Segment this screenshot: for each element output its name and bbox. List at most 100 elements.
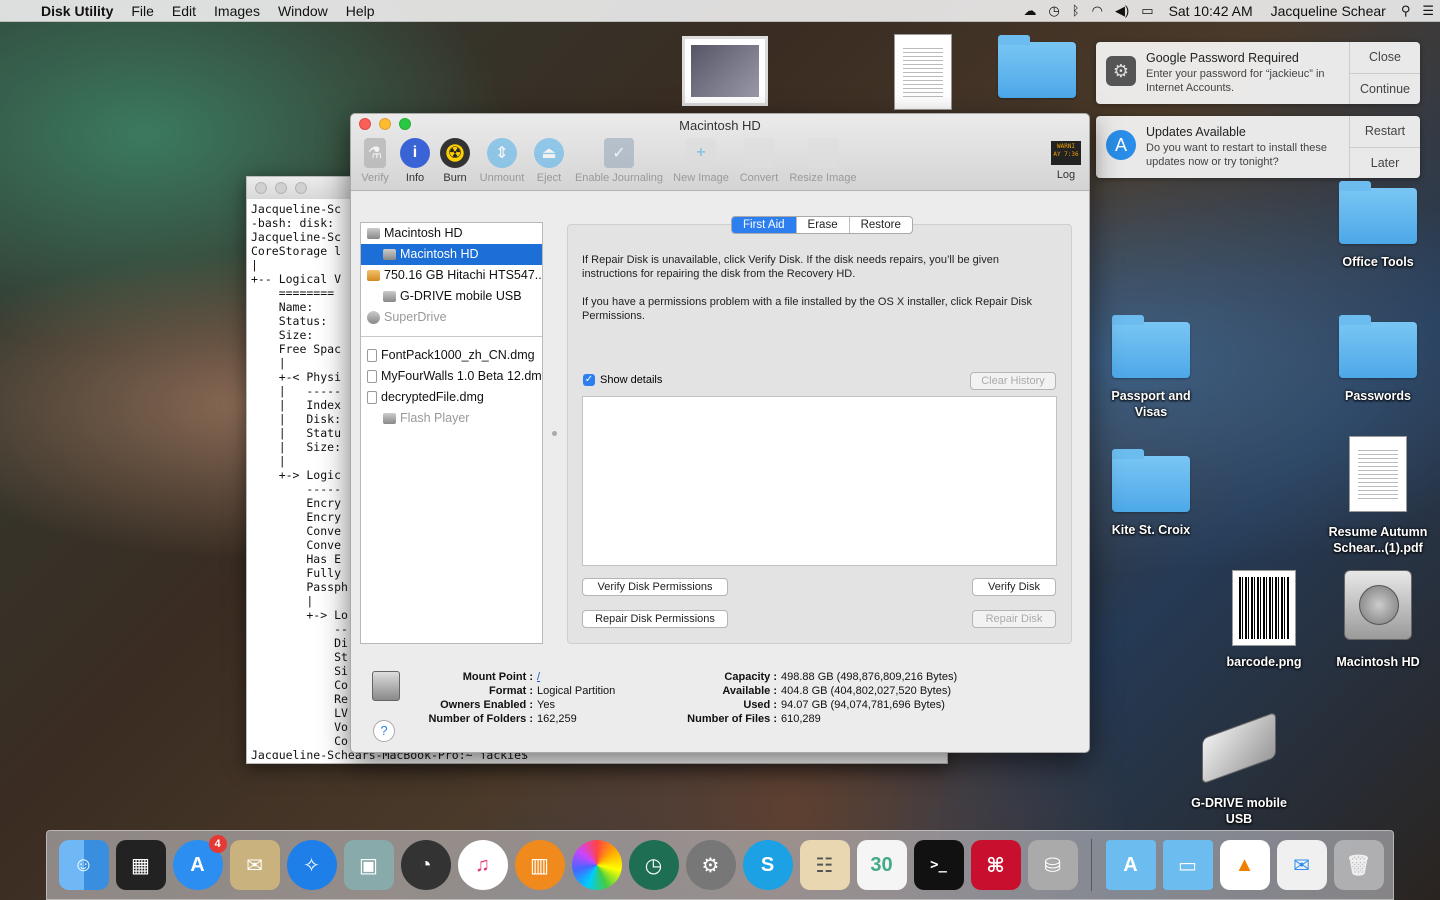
unmount-button[interactable]: ⇕ Unmount: [477, 138, 527, 184]
contacts-icon[interactable]: ☷: [799, 840, 850, 890]
spotlight-icon[interactable]: ⚲: [1395, 3, 1417, 19]
dashboard-icon[interactable]: ◔: [400, 840, 451, 890]
disk-utility-icon[interactable]: ⛁: [1027, 840, 1078, 890]
mail-icon[interactable]: ✉: [229, 840, 280, 890]
sidebar-item-dmg[interactable]: MyFourWalls 1.0 Beta 12.dmg: [361, 366, 542, 387]
ibooks-icon[interactable]: ▥: [514, 840, 565, 890]
screenshot-file-icon[interactable]: [670, 36, 780, 106]
calendar-icon[interactable]: 30: [856, 840, 907, 890]
notification-text: Do you want to restart to install these …: [1146, 142, 1327, 168]
time-machine-icon[interactable]: ◷: [1042, 3, 1065, 19]
repair-disk-button[interactable]: Repair Disk: [972, 610, 1056, 628]
desktop-item-resume[interactable]: Resume Autumn Schear...(1).pdf: [1323, 436, 1433, 556]
info-button[interactable]: i Info: [397, 138, 433, 184]
sidebar-item-volume-selected[interactable]: Macintosh HD: [361, 244, 542, 265]
radiation-icon: ☢: [440, 138, 470, 168]
itunes-icon[interactable]: ♫: [457, 840, 508, 890]
menu-file[interactable]: File: [122, 0, 163, 22]
window-title: Macintosh HD: [679, 118, 761, 133]
desktop-item-gdrive[interactable]: G-DRIVE mobile USB: [1184, 711, 1294, 827]
desktop-item-office-tools[interactable]: Office Tools: [1323, 181, 1433, 270]
sidebar-item-disk[interactable]: Macintosh HD: [361, 223, 542, 244]
convert-icon: [744, 138, 774, 168]
disk-image-file-icon[interactable]: [868, 34, 978, 110]
time-machine-icon[interactable]: ◷: [628, 840, 679, 890]
app-menu[interactable]: Disk Utility: [32, 0, 122, 22]
folder-icon[interactable]: [982, 35, 1092, 98]
sidebar-item-label: Macintosh HD: [384, 226, 463, 240]
menu-edit[interactable]: Edit: [163, 0, 205, 22]
skype-icon[interactable]: S: [742, 840, 793, 890]
desktop-item-passport[interactable]: Passport and Visas: [1096, 315, 1206, 420]
verify-disk-button[interactable]: Verify Disk: [972, 578, 1056, 596]
restart-button[interactable]: Restart: [1350, 116, 1420, 148]
show-details-checkbox[interactable]: ✓ Show details: [583, 374, 662, 386]
mission-control-icon[interactable]: ▦: [115, 840, 166, 890]
sidebar-item-hitachi[interactable]: 750.16 GB Hitachi HTS547...: [361, 265, 542, 286]
convert-button[interactable]: Convert: [735, 138, 783, 184]
battery-icon[interactable]: ▭: [1135, 3, 1159, 19]
wifi-icon[interactable]: ◠: [1086, 3, 1109, 19]
sidebar-item-superdrive[interactable]: SuperDrive: [361, 307, 542, 328]
applications-folder-icon[interactable]: A: [1105, 840, 1156, 890]
app-store-icon[interactable]: A4: [172, 835, 227, 890]
sidebar-item-label: MyFourWalls 1.0 Beta 12.dmg: [381, 369, 542, 383]
continue-button[interactable]: Continue: [1350, 74, 1420, 105]
zoom-window-icon[interactable]: [295, 182, 307, 194]
later-button[interactable]: Later: [1350, 148, 1420, 179]
minimize-window-icon[interactable]: [275, 182, 287, 194]
menu-images[interactable]: Images: [205, 0, 269, 22]
resize-image-button[interactable]: Resize Image: [787, 138, 859, 184]
creative-cloud-icon[interactable]: ☁: [1017, 3, 1042, 19]
menu-window[interactable]: Window: [269, 0, 337, 22]
photos-icon[interactable]: [571, 840, 622, 890]
enable-journaling-button[interactable]: ✓ Enable Journaling: [571, 138, 667, 184]
close-window-icon[interactable]: [255, 182, 267, 194]
tab-erase[interactable]: Erase: [797, 217, 850, 233]
safari-icon[interactable]: ✧: [286, 840, 337, 890]
desktop-label: Kite St. Croix: [1111, 523, 1191, 537]
verify-button[interactable]: ⚗ Verify: [357, 138, 393, 184]
new-image-button[interactable]: + New Image: [671, 138, 731, 184]
eject-button[interactable]: ⏏ Eject: [531, 138, 567, 184]
desktop-item-macintosh-hd[interactable]: Macintosh HD: [1323, 570, 1433, 670]
help-button[interactable]: ?: [373, 720, 395, 742]
desktop-item-barcode[interactable]: barcode.png: [1209, 570, 1319, 670]
verify-disk-permissions-button[interactable]: Verify Disk Permissions: [582, 578, 728, 596]
sidebar-item-label: SuperDrive: [384, 310, 447, 324]
repair-disk-permissions-button[interactable]: Repair Disk Permissions: [582, 610, 728, 628]
tab-first-aid[interactable]: First Aid: [732, 217, 797, 233]
downloads-stack-icon[interactable]: ✉: [1276, 840, 1327, 890]
sidebar-item-dmg[interactable]: FontPack1000_zh_CN.dmg: [361, 345, 542, 366]
trash-icon[interactable]: 🗑: [1333, 840, 1384, 890]
system-preferences-icon[interactable]: ⚙: [685, 840, 736, 890]
info-key: Used :: [743, 699, 777, 711]
vlc-icon[interactable]: ▲: [1219, 840, 1270, 890]
terminal-icon[interactable]: >_: [913, 840, 964, 890]
split-view-handle[interactable]: [552, 431, 557, 436]
desktop-item-kite[interactable]: Kite St. Croix: [1096, 449, 1206, 538]
mount-point-link[interactable]: /: [533, 670, 540, 684]
volume-icon[interactable]: ◀): [1109, 3, 1135, 19]
details-log-area[interactable]: [582, 396, 1057, 566]
user-menu[interactable]: Jacqueline Schear: [1262, 0, 1395, 22]
documents-folder-icon[interactable]: ▭: [1162, 840, 1213, 890]
tab-restore[interactable]: Restore: [850, 217, 912, 233]
bluetooth-icon[interactable]: ᛒ: [1066, 3, 1086, 18]
notification-center-icon[interactable]: ☰: [1416, 3, 1440, 19]
info-value: 498.88 GB (498,876,809,216 Bytes): [781, 671, 958, 683]
sidebar-item-flash-player[interactable]: Flash Player: [361, 408, 542, 429]
tool-label: Log: [1056, 169, 1076, 181]
clear-history-button[interactable]: Clear History: [970, 372, 1056, 390]
finder-icon[interactable]: ☺: [58, 840, 109, 890]
log-button[interactable]: WARNI AY 7:36 Log: [1051, 141, 1081, 181]
sidebar-item-gdrive[interactable]: G-DRIVE mobile USB: [361, 286, 542, 307]
clock[interactable]: Sat 10:42 AM: [1160, 0, 1262, 22]
sidebar-item-dmg[interactable]: decryptedFile.dmg: [361, 387, 542, 408]
menu-help[interactable]: Help: [337, 0, 384, 22]
close-button[interactable]: Close: [1350, 42, 1420, 74]
desktop-item-passwords[interactable]: Passwords: [1323, 315, 1433, 404]
acrobat-icon[interactable]: ⌘: [970, 840, 1021, 890]
preview-icon[interactable]: ▣: [343, 840, 394, 890]
burn-button[interactable]: ☢ Burn: [437, 138, 473, 184]
